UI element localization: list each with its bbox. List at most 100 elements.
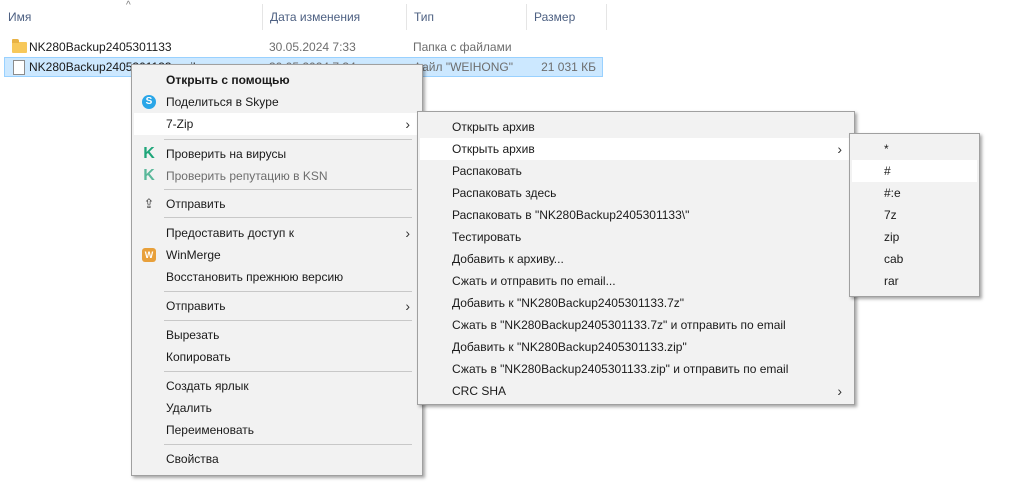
column-header-date-label: Дата изменения	[270, 10, 361, 24]
chevron-right-icon: ›	[405, 225, 410, 241]
menu-item-cut[interactable]: Вырезать	[134, 324, 420, 346]
menu-separator	[164, 189, 412, 190]
menu-item-label: 7z	[884, 208, 897, 222]
menu-item-label: Сжать и отправить по email...	[452, 274, 616, 288]
skype-icon: S	[142, 95, 156, 109]
format-item[interactable]: rar	[852, 270, 977, 292]
format-item[interactable]: 7z	[852, 204, 977, 226]
zip-item-add-to-zip[interactable]: Добавить к "NK280Backup2405301133.zip"	[420, 336, 852, 358]
zip-item-compress-zip-email[interactable]: Сжать в "NK280Backup2405301133.zip" и от…	[420, 358, 852, 380]
file-row[interactable]: NK280Backup2405301133 30.05.2024 7:33 Па…	[4, 37, 603, 57]
menu-item-label: Распаковать здесь	[452, 186, 557, 200]
menu-item-open-with[interactable]: Открыть с помощью	[134, 69, 420, 91]
menu-separator	[164, 139, 412, 140]
column-header-type[interactable]: Тип	[406, 0, 526, 34]
menu-item-label: Свойства	[166, 452, 219, 466]
menu-item-label: *	[884, 142, 889, 156]
column-header-name[interactable]: Имя	[0, 0, 262, 34]
zip-item-add-to-archive[interactable]: Добавить к архиву...	[420, 248, 852, 270]
7zip-submenu: Открыть архив Открыть архив › Распаковать…	[417, 111, 855, 405]
menu-item-properties[interactable]: Свойства	[134, 448, 420, 470]
menu-item-label: Создать ярлык	[166, 379, 249, 393]
menu-item-copy[interactable]: Копировать	[134, 346, 420, 368]
context-menu: Открыть с помощью S Поделиться в Skype 7-…	[131, 64, 423, 476]
menu-item-label: Отправить	[166, 299, 226, 313]
menu-item-label: Копировать	[166, 350, 231, 364]
sort-ascending-icon: ^	[126, 0, 131, 11]
format-item[interactable]: zip	[852, 226, 977, 248]
file-icon	[13, 60, 25, 75]
menu-item-label: Сжать в "NK280Backup2405301133.zip" и от…	[452, 362, 789, 376]
menu-item-label: Добавить к "NK280Backup2405301133.7z"	[452, 296, 685, 310]
menu-item-label: CRC SHA	[452, 384, 507, 398]
menu-item-label: Восстановить прежнюю версию	[166, 270, 344, 284]
menu-item-check-ksn[interactable]: K Проверить репутацию в KSN	[134, 165, 420, 187]
menu-item-label: Предоставить доступ к	[166, 226, 294, 240]
menu-item-label: cab	[884, 252, 904, 266]
menu-item-share-skype[interactable]: S Поделиться в Skype	[134, 91, 420, 113]
zip-item-add-to-7z[interactable]: Добавить к "NK280Backup2405301133.7z"	[420, 292, 852, 314]
zip-item-compress-7z-email[interactable]: Сжать в "NK280Backup2405301133.7z" и отп…	[420, 314, 852, 336]
menu-separator	[164, 217, 412, 218]
file-type: Папка с файлами	[413, 40, 512, 54]
zip-item-open-archive-sub[interactable]: Открыть архив ›	[420, 138, 852, 160]
menu-item-label: rar	[884, 274, 899, 288]
menu-item-label: Проверить на вирусы	[166, 147, 287, 161]
menu-item-label: Открыть архив	[452, 142, 535, 156]
column-header-type-label: Тип	[414, 10, 435, 24]
format-item[interactable]: cab	[852, 248, 977, 270]
zip-item-extract-here[interactable]: Распаковать здесь	[420, 182, 852, 204]
menu-item-label: Удалить	[166, 401, 212, 415]
menu-item-label: Распаковать в "NK280Backup2405301133\"	[452, 208, 690, 222]
menu-item-label: Поделиться в Skype	[166, 95, 279, 109]
menu-item-label: WinMerge	[166, 248, 221, 262]
menu-item-label: Отправить	[166, 197, 226, 211]
menu-item-send[interactable]: ⇪ Отправить	[134, 193, 420, 215]
column-header-size[interactable]: Размер	[526, 0, 606, 34]
file-size: 21 031 КБ	[541, 60, 596, 74]
menu-item-label: Добавить к архиву...	[452, 252, 564, 266]
file-name: NK280Backup2405301133	[29, 40, 172, 54]
zip-item-extract[interactable]: Распаковать	[420, 160, 852, 182]
zip-item-compress-email[interactable]: Сжать и отправить по email...	[420, 270, 852, 292]
menu-item-label: Открыть с помощью	[166, 73, 290, 87]
column-header-date[interactable]: Дата изменения	[262, 0, 406, 34]
folder-icon	[12, 39, 27, 53]
menu-item-label: 7-Zip	[166, 117, 194, 131]
column-header-name-label: Имя	[8, 10, 32, 24]
open-archive-submenu: * # #:e 7z zip cab rar	[849, 133, 980, 297]
menu-separator	[164, 371, 412, 372]
menu-item-7zip[interactable]: 7-Zip ›	[134, 113, 420, 135]
menu-item-label: zip	[884, 230, 900, 244]
format-item[interactable]: *	[852, 138, 977, 160]
menu-item-label: Вырезать	[166, 328, 220, 342]
format-item[interactable]: #:e	[852, 182, 977, 204]
menu-item-label: #:e	[884, 186, 901, 200]
menu-item-delete[interactable]: Удалить	[134, 397, 420, 419]
menu-item-label: #	[884, 164, 891, 178]
format-item[interactable]: #	[852, 160, 977, 182]
chevron-right-icon: ›	[837, 141, 842, 157]
menu-item-label: Проверить репутацию в KSN	[166, 169, 328, 183]
kaspersky-icon: K	[143, 145, 155, 162]
kaspersky-icon: K	[143, 167, 155, 184]
menu-item-winmerge[interactable]: W WinMerge	[134, 244, 420, 266]
zip-item-crc-sha[interactable]: CRC SHA ›	[420, 380, 852, 402]
menu-item-create-shortcut[interactable]: Создать ярлык	[134, 375, 420, 397]
menu-item-send-to[interactable]: Отправить ›	[134, 295, 420, 317]
column-header-size-label: Размер	[534, 10, 576, 24]
menu-item-grant-access[interactable]: Предоставить доступ к ›	[134, 222, 420, 244]
column-divider[interactable]	[606, 4, 607, 30]
menu-item-label: Открыть архив	[452, 120, 535, 134]
chevron-right-icon: ›	[405, 298, 410, 314]
menu-item-rename[interactable]: Переименовать	[134, 419, 420, 441]
menu-item-label: Тестировать	[452, 230, 522, 244]
zip-item-open-archive[interactable]: Открыть архив	[420, 116, 852, 138]
menu-item-scan-virus[interactable]: K Проверить на вирусы	[134, 143, 420, 165]
menu-item-restore-version[interactable]: Восстановить прежнюю версию	[134, 266, 420, 288]
zip-item-test[interactable]: Тестировать	[420, 226, 852, 248]
zip-item-extract-to[interactable]: Распаковать в "NK280Backup2405301133\"	[420, 204, 852, 226]
menu-item-label: Сжать в "NK280Backup2405301133.7z" и отп…	[452, 318, 786, 332]
file-type: Файл "WEIHONG"	[413, 60, 514, 74]
file-date: 30.05.2024 7:33	[269, 40, 356, 54]
